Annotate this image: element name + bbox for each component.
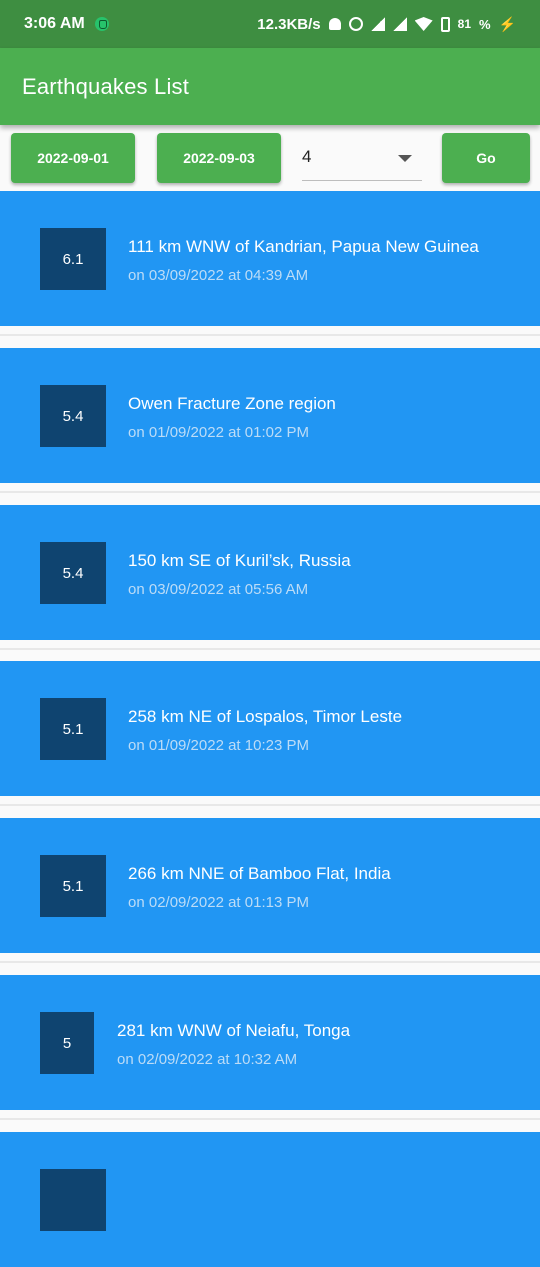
signal-icon <box>370 17 385 31</box>
earthquake-place: 258 km NE of Lospalos, Timor Leste <box>128 707 403 726</box>
earthquake-time: on 02/09/2022 at 01:13 PM <box>128 894 309 911</box>
battery-unit: % <box>479 16 491 32</box>
divider <box>0 1110 540 1132</box>
divider <box>0 326 540 348</box>
earthquake-place: Owen Fracture Zone region <box>128 394 336 413</box>
earthquake-card[interactable]: 5.1 266 km NNE of Bamboo Flat, India on … <box>0 818 540 953</box>
app-bar: Earthquakes List <box>0 48 540 125</box>
alarm-icon <box>348 17 363 31</box>
earthquake-card[interactable]: 5.1 258 km NE of Lospalos, Timor Leste o… <box>0 661 540 796</box>
earthquake-card-partial[interactable] <box>0 1132 540 1267</box>
earthquake-card[interactable]: 5.4 150 km SE of Kuril’sk, Russia on 03/… <box>0 505 540 640</box>
page-title: Earthquakes List <box>22 73 190 99</box>
earthquake-card[interactable]: 6.1 111 km WNW of Kandrian, Papua New Gu… <box>0 191 540 326</box>
go-button[interactable]: Go <box>442 133 530 183</box>
dropdown-arrow-icon <box>398 155 412 162</box>
filter-controls: 2022-09-01 2022-09-03 4 Go <box>0 125 540 191</box>
status-time: 3:06 AM <box>24 15 85 32</box>
magnitude-dropdown[interactable]: 4 <box>302 143 422 181</box>
network-speed: 12.3KB/s <box>257 15 321 33</box>
end-date-button[interactable]: 2022-09-03 <box>157 133 281 183</box>
magnitude-badge: 5.4 <box>40 385 106 447</box>
shield-icon <box>94 17 109 31</box>
magnitude-badge: 5.1 <box>40 698 106 760</box>
signal-icon-2 <box>392 17 407 31</box>
earthquake-time: on 03/09/2022 at 04:39 AM <box>128 267 309 284</box>
muted-bell-icon <box>328 18 341 30</box>
charging-icon: ⚡ <box>498 15 516 32</box>
magnitude-dropdown-value: 4 <box>302 147 312 166</box>
battery-icon <box>440 16 450 32</box>
magnitude-badge: 5.1 <box>40 855 106 917</box>
battery-level: 81 <box>457 17 471 31</box>
earthquake-card[interactable]: 5.4 Owen Fracture Zone region on 01/09/2… <box>0 348 540 483</box>
magnitude-badge: 5.4 <box>40 542 106 604</box>
earthquake-time: on 02/09/2022 at 10:32 AM <box>117 1051 298 1068</box>
start-date-button[interactable]: 2022-09-01 <box>11 133 135 183</box>
magnitude-badge: 5 <box>40 1012 94 1074</box>
earthquake-time: on 01/09/2022 at 10:23 PM <box>128 737 309 754</box>
divider <box>0 953 540 975</box>
divider <box>0 483 540 505</box>
earthquake-place: 266 km NNE of Bamboo Flat, India <box>128 864 391 883</box>
status-indicators: 12.3KB/s 81 % ⚡ <box>257 16 516 33</box>
status-bar: 3:06 AM 12.3KB/s 81 % ⚡ <box>0 0 540 48</box>
earthquake-place: 111 km WNW of Kandrian, Papua New Guinea <box>128 237 479 256</box>
earthquake-time: on 01/09/2022 at 01:02 PM <box>128 424 309 441</box>
wifi-icon <box>414 17 433 31</box>
magnitude-badge: 6.1 <box>40 228 106 290</box>
divider <box>0 796 540 818</box>
magnitude-badge-partial <box>40 1169 106 1231</box>
earthquake-place: 150 km SE of Kuril’sk, Russia <box>128 551 351 570</box>
earthquake-time: on 03/09/2022 at 05:56 AM <box>128 581 309 598</box>
divider <box>0 640 540 662</box>
earthquake-card[interactable]: 5 281 km WNW of Neiafu, Tonga on 02/09/2… <box>0 975 540 1110</box>
earthquake-place: 281 km WNW of Neiafu, Tonga <box>117 1021 351 1040</box>
